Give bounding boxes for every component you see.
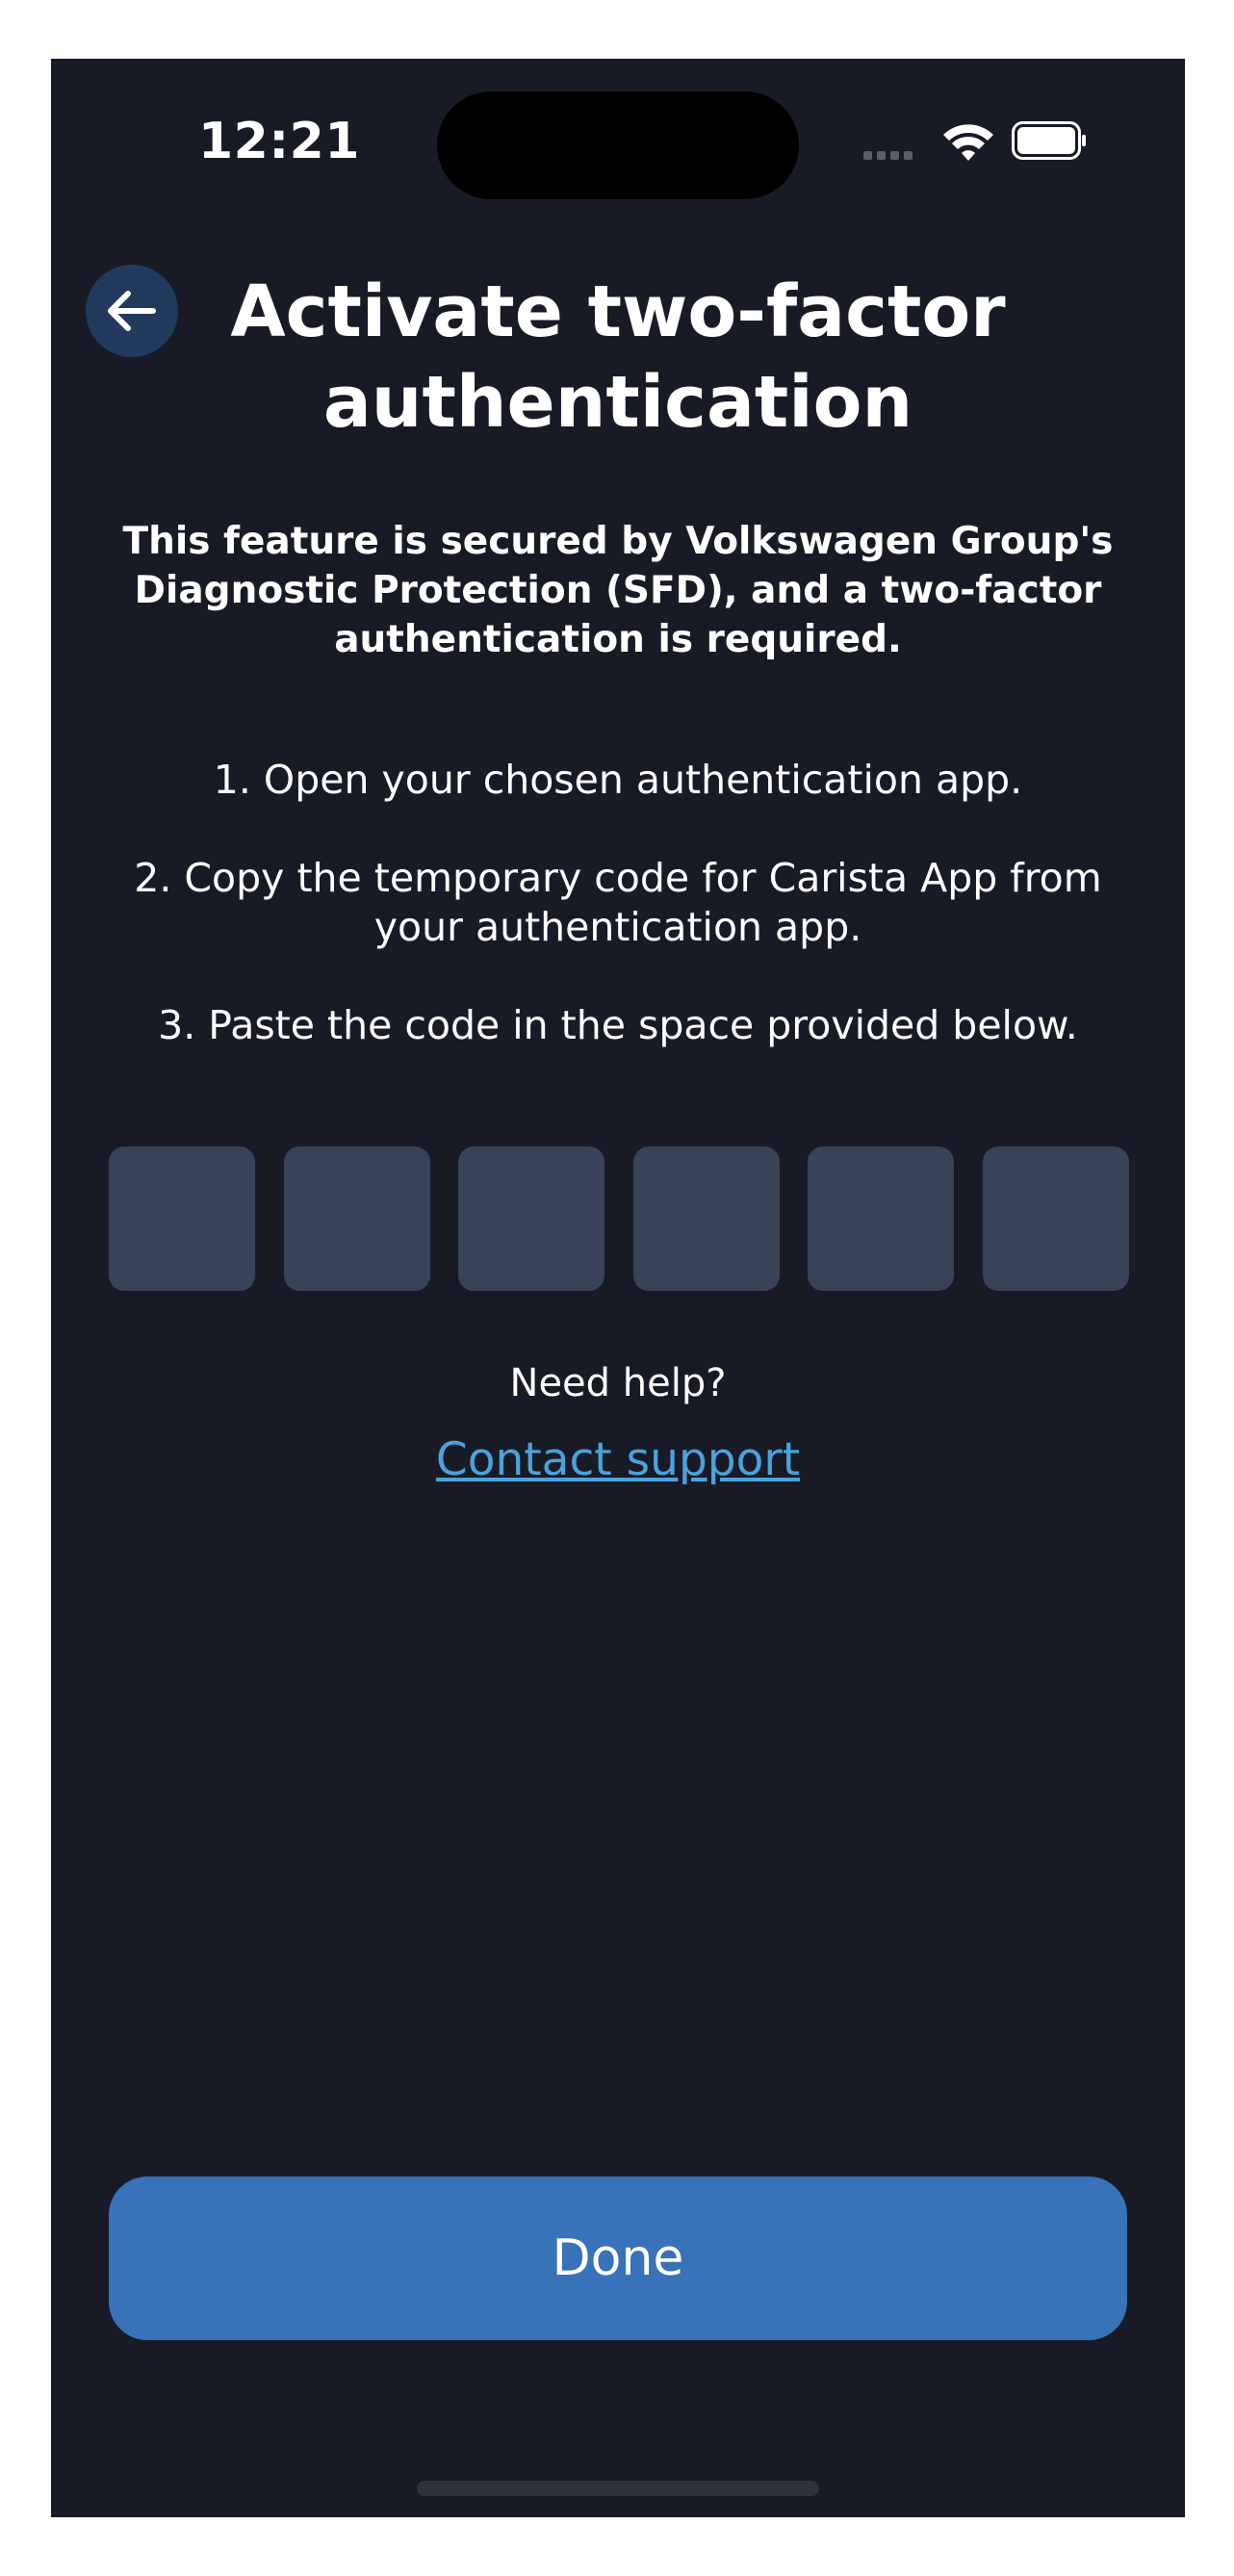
- battery-icon: [1012, 121, 1086, 160]
- status-time: 12:21: [198, 113, 361, 170]
- step-1: 1. Open your chosen authentication app.: [213, 757, 1023, 803]
- code-input-row: [109, 1146, 1129, 1291]
- code-digit-5[interactable]: [808, 1146, 955, 1291]
- done-button[interactable]: Done: [109, 2177, 1127, 2340]
- code-digit-2[interactable]: [283, 1146, 430, 1291]
- intro-text: This feature is secured by Volkswagen Gr…: [122, 520, 1114, 661]
- page-title: Activate two-factor authentication: [230, 270, 1006, 444]
- code-digit-1[interactable]: [109, 1146, 255, 1291]
- instruction-steps: 1. Open your chosen authentication app. …: [109, 756, 1127, 1099]
- contact-support-link[interactable]: Contact support: [109, 1431, 1127, 1489]
- code-digit-4[interactable]: [632, 1146, 780, 1291]
- code-digit-6[interactable]: [982, 1146, 1129, 1291]
- back-button[interactable]: [86, 265, 178, 357]
- code-digit-3[interactable]: [458, 1146, 605, 1291]
- step-2: 2. Copy the temporary code for Carista A…: [134, 855, 1102, 950]
- home-indicator[interactable]: [417, 2481, 819, 2496]
- arrow-left-icon: [108, 291, 156, 331]
- step-3: 3. Paste the code in the space provided …: [158, 1002, 1078, 1048]
- cellular-signal-icon: [863, 151, 913, 160]
- phone-screen: 12:21 Activate two-factor authentication…: [51, 59, 1185, 2517]
- wifi-icon: [943, 124, 993, 161]
- dynamic-island: [437, 91, 799, 199]
- help-text: Need help?: [509, 1361, 727, 1405]
